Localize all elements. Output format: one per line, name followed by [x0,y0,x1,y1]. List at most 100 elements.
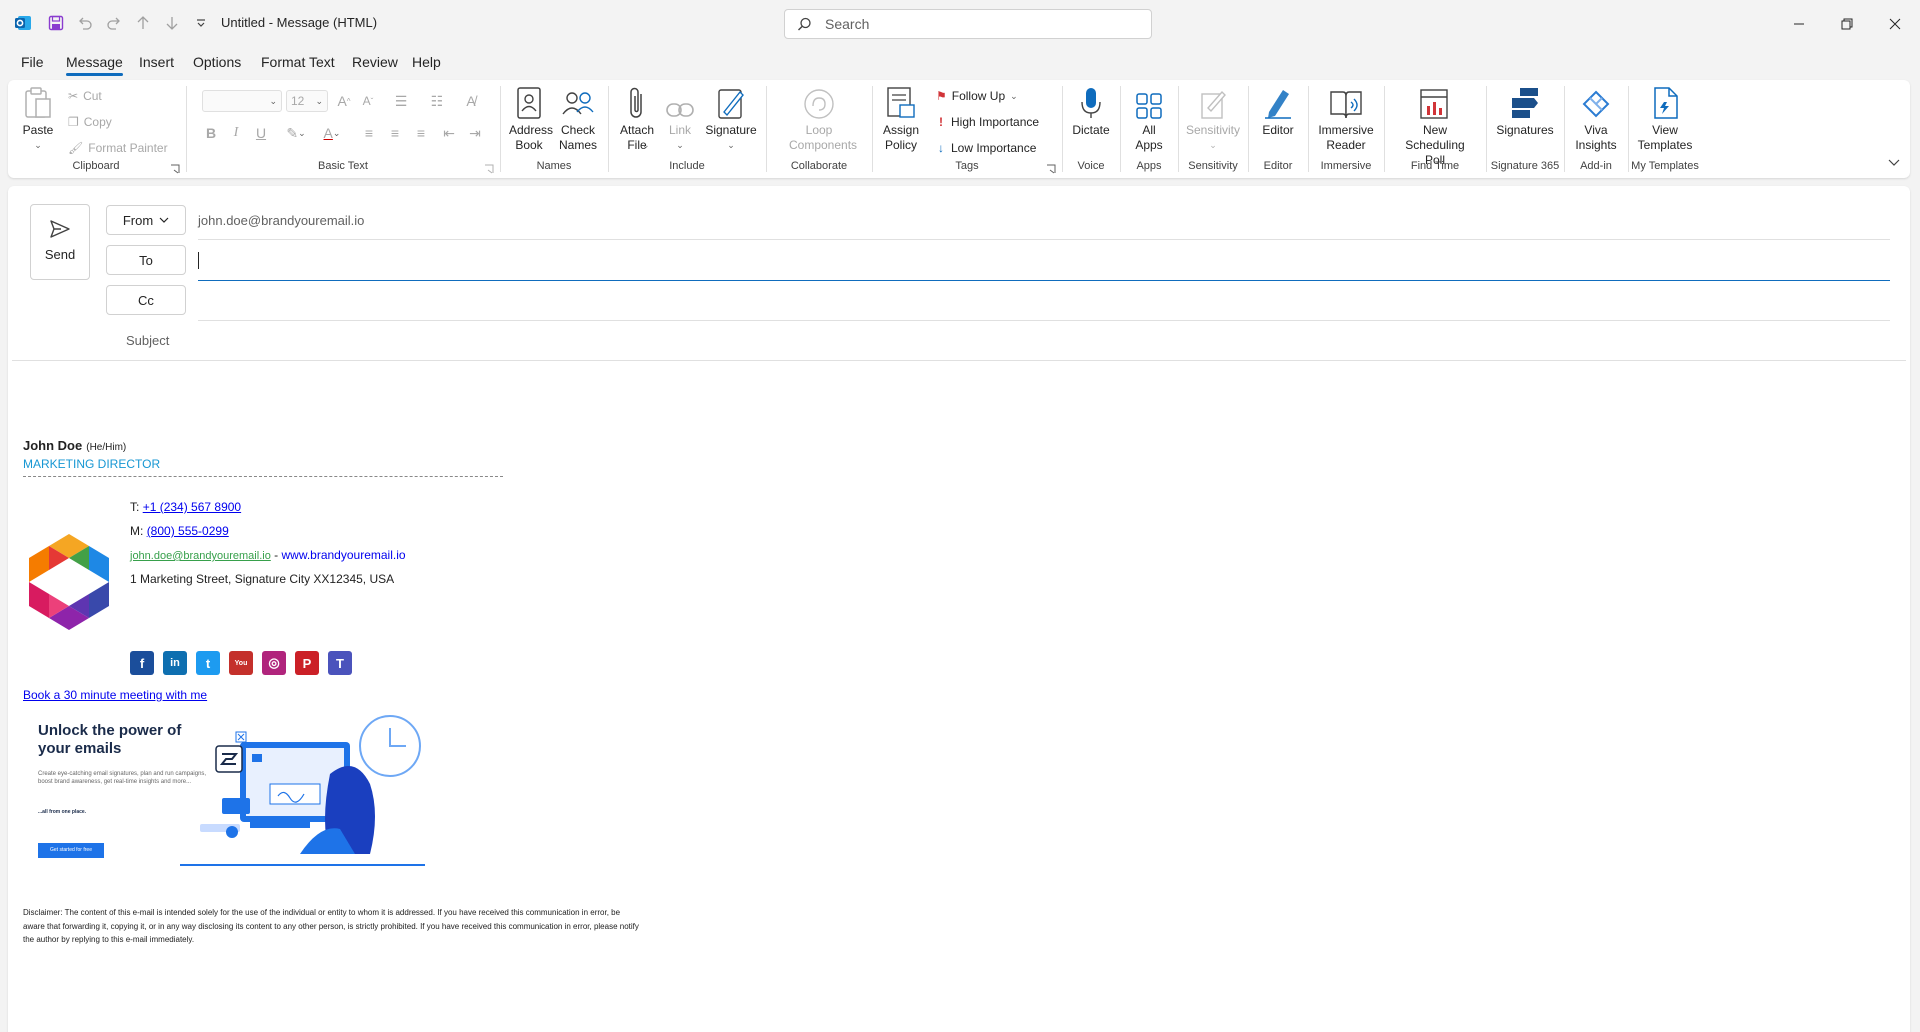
high-importance-button[interactable]: ! High Importance [936,112,1039,132]
dialog-launcher-icon[interactable] [484,162,494,174]
attach-file-button[interactable]: Attach File ⌄ [614,84,660,153]
all-apps-button[interactable]: All Apps [1124,84,1174,153]
copy-button[interactable]: ❐ Copy [68,112,112,132]
subject-field[interactable] [198,333,1878,351]
down-arrow-icon[interactable] [161,12,183,34]
outlook-icon[interactable] [12,12,34,34]
send-button[interactable]: Send [30,204,90,280]
twitter-icon[interactable]: t [196,651,220,675]
viva-insights-button[interactable]: Viva Insights [1568,84,1624,153]
collapse-ribbon-icon[interactable] [1888,155,1900,170]
tags-group: Assign Policy ⚑ Follow Up ⌄ ! High Importan… [874,80,1060,178]
copy-icon: ❐ [68,115,79,129]
format-painter-button[interactable]: 🖌 Format Painter [68,138,168,158]
dialog-launcher-icon[interactable] [170,162,180,174]
facebook-icon[interactable]: f [130,651,154,675]
editor-button[interactable]: Editor [1252,84,1304,138]
undo-icon[interactable] [74,12,96,34]
search-box[interactable] [784,9,1152,39]
tab-review[interactable]: Review [352,52,398,76]
cc-field[interactable] [198,293,1878,311]
pinterest-icon[interactable]: P [295,651,319,675]
italic-icon[interactable]: I [225,122,247,144]
linkedin-icon[interactable]: in [163,651,187,675]
immersive-reader-button[interactable]: Immersive Reader [1312,84,1380,153]
font-name-combo[interactable]: ⌄ [202,90,282,112]
window-title: Untitled - Message (HTML) [221,15,378,30]
signature-icon [702,84,760,120]
add-in-group: Viva Insights Add-in [1566,80,1626,178]
clear-formatting-icon[interactable]: A̸ [460,90,482,112]
website-link[interactable]: www.brandyouremail.io [281,548,405,562]
bold-icon[interactable]: B [200,122,222,144]
search-input[interactable] [825,15,1135,33]
low-importance-button[interactable]: ↓ Low Importance [936,138,1036,158]
underline-icon[interactable]: U [250,122,272,144]
templates-icon [1632,84,1698,120]
loop-components-button[interactable]: Loop Components [774,84,864,153]
sensitivity-button[interactable]: Sensitivity ⌄ [1182,84,1244,153]
banner-illustration-icon [180,714,430,877]
new-scheduling-poll-button[interactable]: New Scheduling Poll [1388,84,1482,168]
banner-tagline: ...all from one place. [38,809,87,815]
align-left-icon[interactable]: ≡ [358,122,380,144]
redo-icon[interactable] [103,12,125,34]
tab-message[interactable]: Message [66,52,123,76]
save-icon[interactable] [45,12,67,34]
tab-file[interactable]: File [21,52,44,76]
signature-banner[interactable]: Unlock the power of your emails Create e… [30,715,430,873]
align-center-icon[interactable]: ≡ [384,122,406,144]
clipboard-group: Paste ⌄ ✂ Cut ❐ Copy 🖌 Format Painter Clipb… [8,80,184,178]
to-button[interactable]: To [106,245,186,275]
paste-button[interactable]: Paste ⌄ [18,84,58,153]
email-link[interactable]: john.doe@brandyouremail.io [130,550,271,562]
customize-qat-icon[interactable] [190,12,212,34]
meeting-link[interactable]: Book a 30 minute meeting with me [23,688,207,702]
decrease-indent-icon[interactable]: ⇤ [438,122,460,144]
find-time-label: Find Time [1410,160,1460,172]
tab-help[interactable]: Help [412,52,441,76]
follow-up-button[interactable]: ⚑ Follow Up ⌄ [936,86,1018,106]
signature-button[interactable]: Signature ⌄ [702,84,760,153]
mobile-link[interactable]: (800) 555-0299 [147,524,229,538]
font-color-icon[interactable]: A ⌄ [316,122,348,144]
highlight-icon[interactable]: ✎ ⌄ [280,122,312,144]
youtube-icon[interactable]: You [229,651,253,675]
restore-button[interactable] [1824,0,1870,47]
signature-disclaimer: Disclaimer: The content of this e-mail i… [23,908,639,944]
tab-options[interactable]: Options [193,52,241,76]
font-size-combo[interactable]: 12 ⌄ [286,90,328,112]
to-field[interactable] [198,253,1878,271]
from-button[interactable]: From [106,205,186,235]
minimize-button[interactable] [1776,0,1822,47]
cut-button[interactable]: ✂ Cut [68,86,102,106]
phone-link[interactable]: +1 (234) 567 8900 [143,500,241,514]
signatures-button[interactable]: Signatures [1490,84,1560,138]
voice-group: Dictate Voice [1064,80,1118,178]
grow-font-icon[interactable]: A ^ [333,90,355,112]
link-button[interactable]: Link ⌄ [662,84,698,153]
teams-icon[interactable]: T [328,651,352,675]
close-button[interactable] [1872,0,1918,47]
assign-policy-button[interactable]: Assign Policy [876,84,926,153]
up-arrow-icon[interactable] [132,12,154,34]
find-time-group: New Scheduling Poll Find Time [1386,80,1484,178]
dictate-button[interactable]: Dictate [1066,84,1116,138]
cc-button[interactable]: Cc [106,285,186,315]
exclamation-icon: ! [939,115,943,129]
tab-format-text[interactable]: Format Text [261,52,335,76]
tab-insert[interactable]: Insert [139,52,174,76]
numbering-icon[interactable]: ☷ [422,90,452,112]
align-right-icon[interactable]: ≡ [410,122,432,144]
shrink-font-icon[interactable]: Aˇ [357,90,379,112]
view-templates-button[interactable]: View Templates [1632,84,1698,153]
chevron-down-icon: ⌄ [34,140,42,150]
dialog-launcher-icon[interactable] [1046,162,1056,174]
increase-indent-icon[interactable]: ⇥ [464,122,486,144]
banner-cta-button[interactable]: Get started for free [38,843,104,858]
instagram-icon[interactable]: ◎ [262,651,286,675]
signature365-label: Signature 365 [1490,160,1560,172]
check-names-button[interactable]: Check Names [554,84,602,153]
address-book-button[interactable]: Address Book [506,84,553,153]
bullets-icon[interactable]: ☰ [386,90,416,112]
